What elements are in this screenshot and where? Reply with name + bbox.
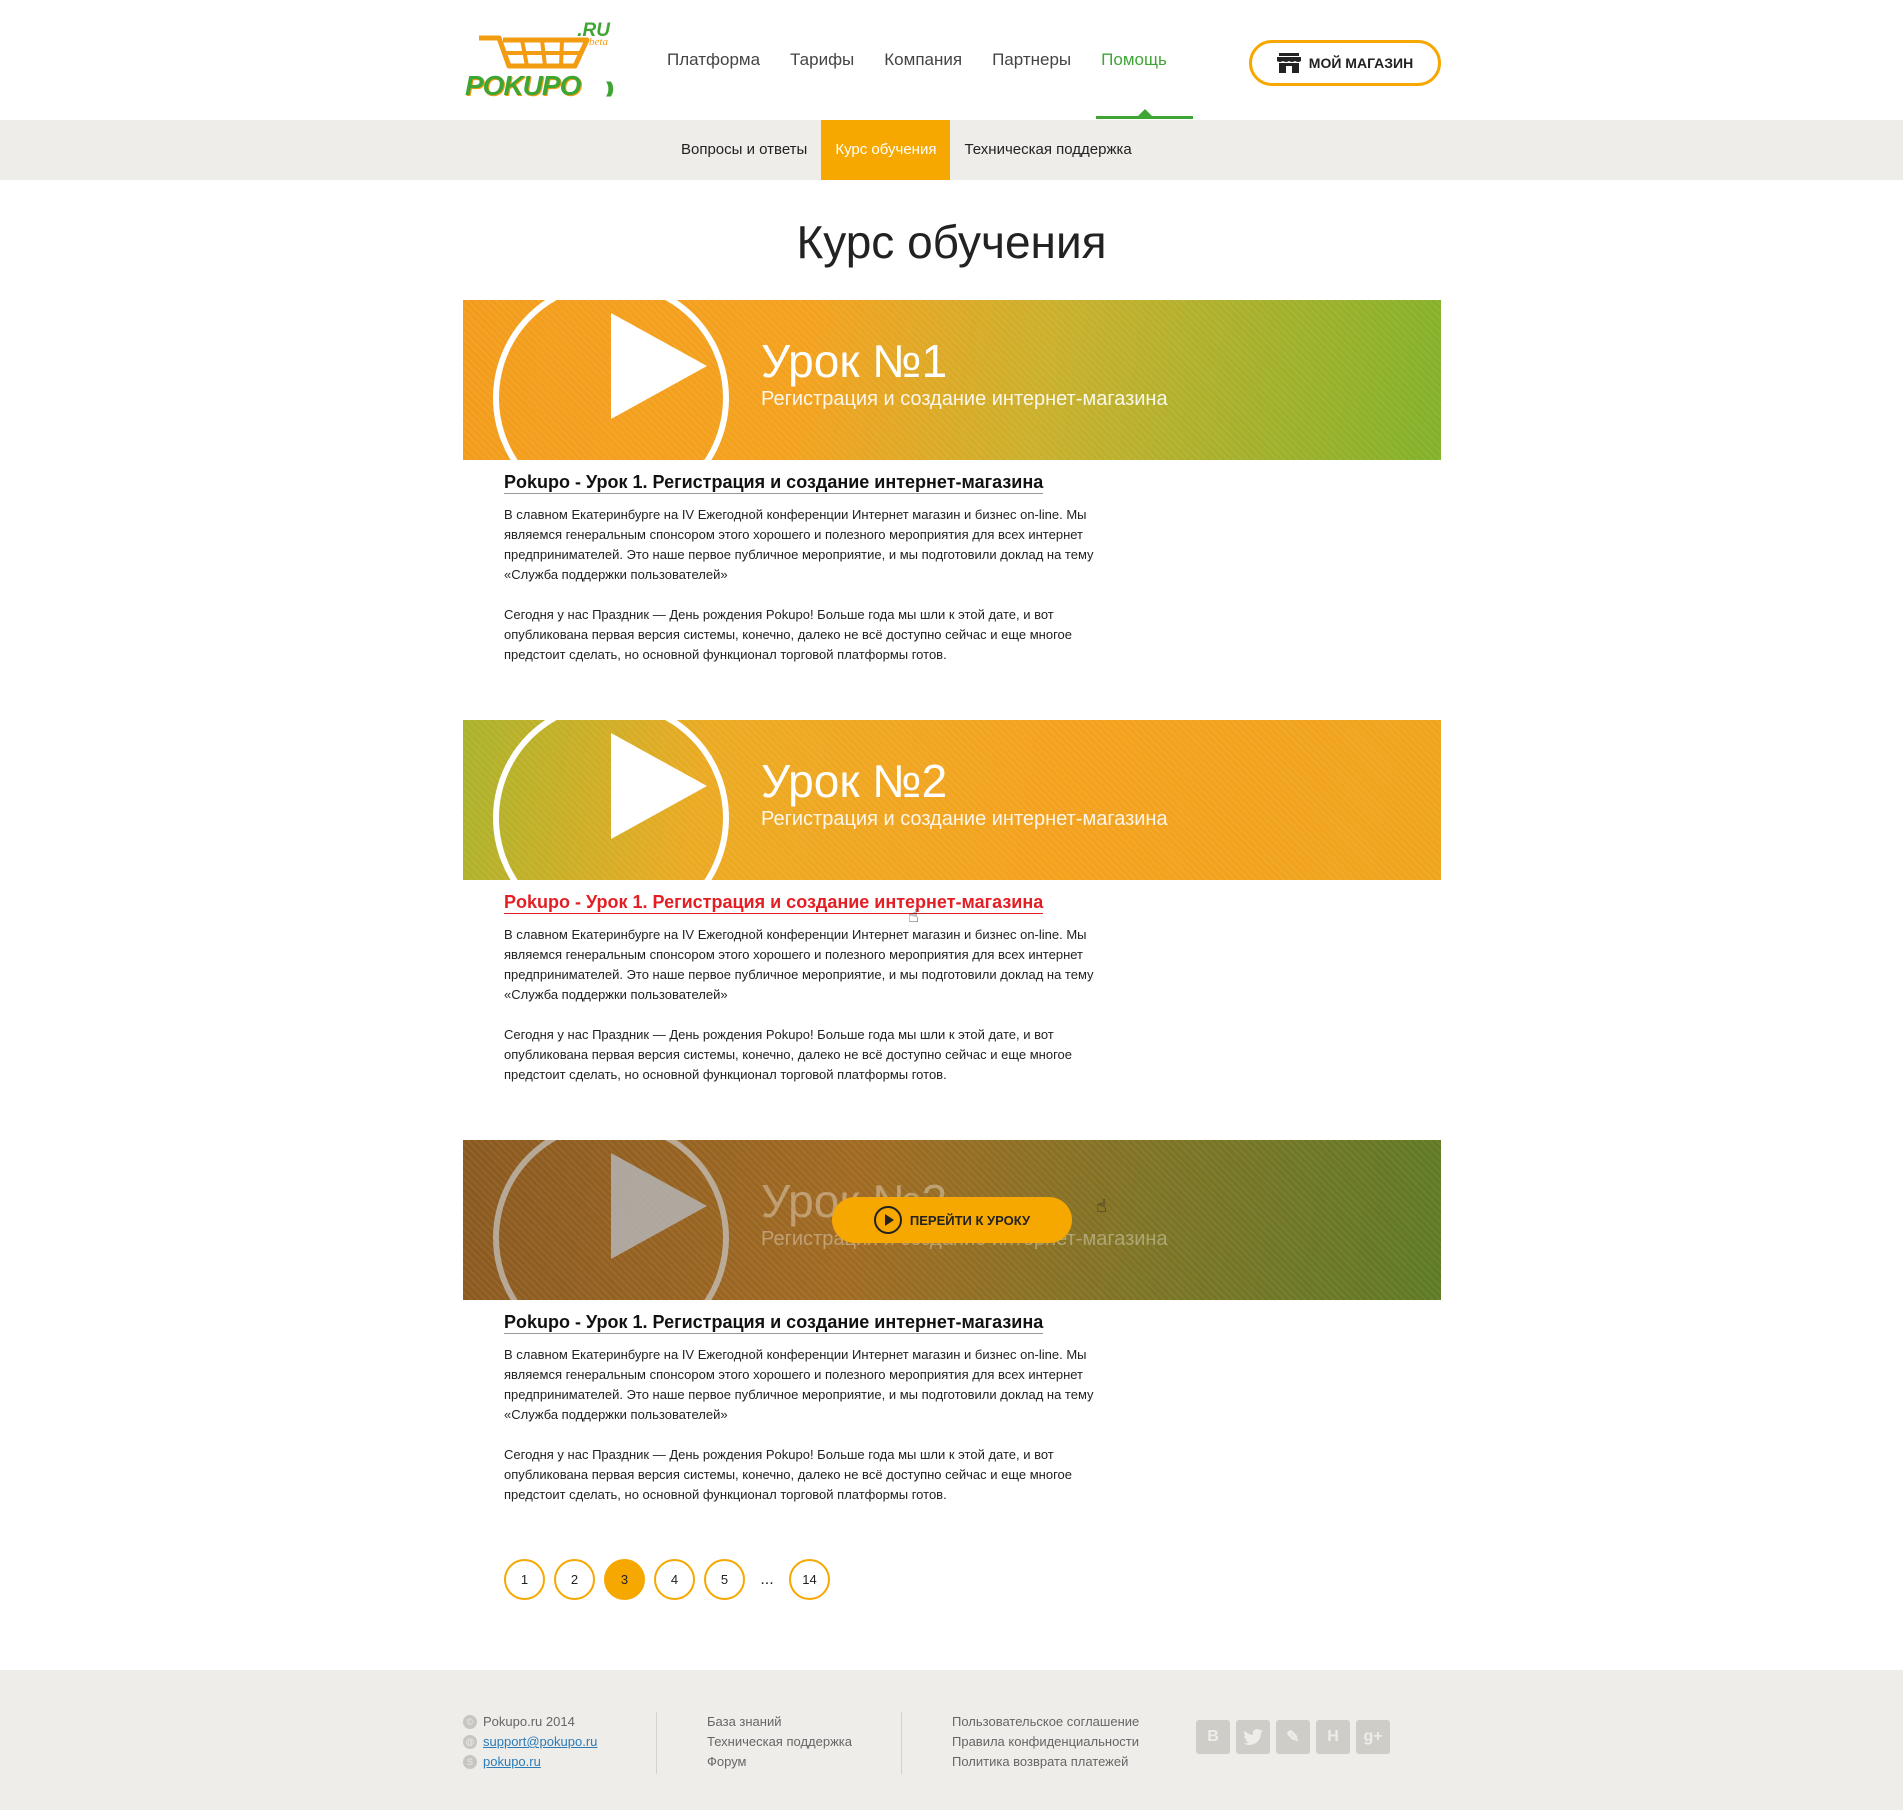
page-button-5[interactable]: 5 — [704, 1559, 745, 1600]
hand-cursor-icon: ☝ — [1096, 1196, 1107, 1216]
lesson-paragraph: Сегодня у нас Праздник — День рождения P… — [504, 1447, 1072, 1502]
subnav-item-course[interactable]: Курс обучения — [821, 120, 951, 180]
lesson-description-1: В славном Екатеринбурге на IV Ежегодной … — [504, 505, 1124, 665]
footer-link-tech-support[interactable]: Техническая поддержка — [707, 1734, 852, 1749]
copyright-icon: © — [463, 1715, 477, 1729]
subnav-item-support[interactable]: Техническая поддержка — [950, 120, 1145, 180]
nav-item-platform[interactable]: Платформа — [667, 50, 760, 70]
footer-link-refund[interactable]: Политика возврата платежей — [952, 1754, 1128, 1769]
footer-link-user-agreement[interactable]: Пользовательское соглашение — [952, 1714, 1139, 1729]
lesson-banner-title: Урок №1 — [761, 335, 948, 387]
lesson-paragraph: Сегодня у нас Праздник — День рождения P… — [504, 1027, 1072, 1082]
lesson-banner-1[interactable]: Урок №1 Регистрация и создание интернет-… — [463, 300, 1441, 460]
skype-icon: S — [463, 1755, 477, 1769]
page-button-1[interactable]: 1 — [504, 1559, 545, 1600]
footer-links-help: База знаний Техническая поддержка Форум — [707, 1712, 897, 1772]
page-button-4[interactable]: 4 — [654, 1559, 695, 1600]
footer-copyright: Pokupo.ru 2014 — [483, 1714, 575, 1729]
lesson-description-3: В славном Екатеринбурге на IV Ежегодной … — [504, 1345, 1124, 1505]
go-to-lesson-label: ПЕРЕЙТИ К УРОКУ — [909, 1212, 1031, 1228]
footer: © Pokupo.ru 2014 @ support@pokupo.ru Spoku… — [0, 1670, 1903, 1810]
play-circle-icon — [493, 720, 729, 880]
page-button-2[interactable]: 2 — [554, 1559, 595, 1600]
footer-divider — [656, 1712, 657, 1774]
footer-link-privacy[interactable]: Правила конфиденциальности — [952, 1734, 1139, 1749]
footer-divider — [901, 1712, 902, 1774]
my-shop-label: МОЙ МАГАЗИН — [1308, 55, 1414, 71]
hand-cursor-icon: ☝ — [908, 906, 919, 926]
subnav-item-faq[interactable]: Вопросы и ответы — [667, 120, 821, 180]
logo-beta: beta — [589, 36, 608, 48]
page-ellipsis: ... — [760, 1570, 774, 1588]
lesson-heading-link-1[interactable]: Pokupo - Урок 1. Регистрация и создание … — [504, 472, 1044, 494]
page-title: Курс обучения — [796, 216, 1107, 268]
lesson-banner-title: Урок №2 — [761, 755, 948, 807]
habrahabr-icon[interactable]: H — [1316, 1720, 1350, 1754]
header: .RU beta POKUPO ))) Платформа Тарифы Ком… — [0, 0, 1903, 120]
lesson-paragraph: В славном Екатеринбурге на IV Ежегодной … — [504, 507, 1094, 582]
lesson-banner-subtitle: Регистрация и создание интернет-магазина — [761, 808, 1168, 830]
pagination: 1 2 3 4 5 ... 14 — [504, 1559, 839, 1600]
my-shop-button[interactable]: МОЙ МАГАЗИН — [1249, 40, 1441, 86]
lesson-heading-link-3[interactable]: Pokupo - Урок 1. Регистрация и создание … — [504, 1312, 1044, 1334]
footer-link-knowledge-base[interactable]: База знаний — [707, 1714, 782, 1729]
footer-email-link[interactable]: support@pokupo.ru — [483, 1732, 597, 1752]
livejournal-icon[interactable]: ✎ — [1276, 1720, 1310, 1754]
nav-active-indicator — [1096, 109, 1193, 119]
lesson-banner-3[interactable]: Урок №3 Регистрация и создание интернет-… — [463, 1140, 1441, 1300]
footer-links-legal: Пользовательское соглашение Правила конф… — [952, 1712, 1182, 1772]
lesson-heading-link-2[interactable]: Pokupo - Урок 1. Регистрация и создание … — [504, 892, 1044, 914]
lesson-description-2: В славном Екатеринбурге на IV Ежегодной … — [504, 925, 1124, 1085]
lesson-paragraph: В славном Екатеринбурге на IV Ежегодной … — [504, 927, 1094, 1002]
social-links: B ✎ H g+ — [1196, 1720, 1396, 1754]
main-nav: Платформа Тарифы Компания Партнеры Помощ… — [667, 50, 1197, 70]
page-button-last[interactable]: 14 — [789, 1559, 830, 1600]
twitter-icon[interactable] — [1236, 1720, 1270, 1754]
lesson-banner-2[interactable]: Урок №2 Регистрация и создание интернет-… — [463, 720, 1441, 880]
logo[interactable]: .RU beta POKUPO ))) — [465, 20, 614, 102]
subnav: Вопросы и ответы Курс обучения Техническ… — [0, 120, 1903, 180]
footer-contacts: © Pokupo.ru 2014 @ support@pokupo.ru Spoku… — [463, 1712, 653, 1772]
at-icon: @ — [463, 1735, 477, 1749]
shop-icon — [1276, 53, 1301, 73]
play-circle-icon — [493, 300, 729, 460]
page-button-3[interactable]: 3 — [604, 1559, 645, 1600]
googleplus-icon[interactable]: g+ — [1356, 1720, 1390, 1754]
lesson-banner-subtitle: Регистрация и создание интернет-магазина — [761, 388, 1168, 410]
nav-item-help[interactable]: Помощь — [1101, 50, 1167, 70]
play-circle-icon — [493, 1140, 729, 1300]
lesson-paragraph: В славном Екатеринбурге на IV Ежегодной … — [504, 1347, 1094, 1422]
logo-text: POKUPO — [465, 70, 581, 101]
lesson-paragraph: Сегодня у нас Праздник — День рождения P… — [504, 607, 1072, 662]
nav-item-partners[interactable]: Партнеры — [992, 50, 1071, 70]
nav-item-company[interactable]: Компания — [884, 50, 962, 70]
nav-item-tariffs[interactable]: Тарифы — [790, 50, 854, 70]
go-to-lesson-button[interactable]: ПЕРЕЙТИ К УРОКУ — [832, 1197, 1072, 1243]
play-icon — [873, 1206, 902, 1234]
footer-link-forum[interactable]: Форум — [707, 1754, 747, 1769]
vk-icon[interactable]: B — [1196, 1720, 1230, 1754]
footer-skype-link[interactable]: pokupo.ru — [483, 1752, 541, 1772]
signal-waves-icon: ))) — [606, 80, 614, 97]
